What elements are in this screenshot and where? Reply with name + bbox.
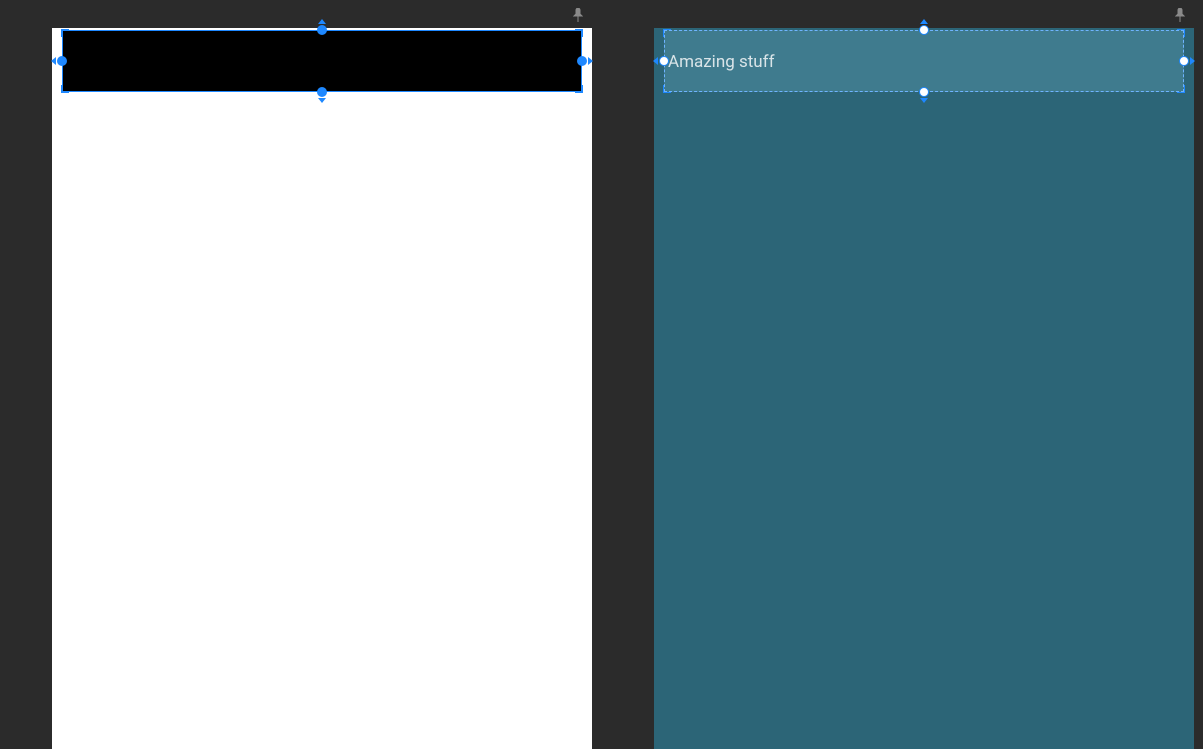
header-element-left[interactable] — [62, 30, 582, 92]
artboard-right[interactable]: Amazing stuff — [654, 28, 1194, 749]
pushpin-icon[interactable] — [573, 8, 583, 22]
header-element-right[interactable]: Amazing stuff — [664, 30, 1184, 92]
preview-pane-right: Amazing stuff — [602, 0, 1203, 749]
pushpin-icon[interactable] — [1175, 8, 1185, 22]
header-text-right: Amazing stuff — [668, 52, 775, 72]
artboard-left[interactable] — [52, 28, 592, 749]
preview-pane-left — [0, 0, 601, 749]
